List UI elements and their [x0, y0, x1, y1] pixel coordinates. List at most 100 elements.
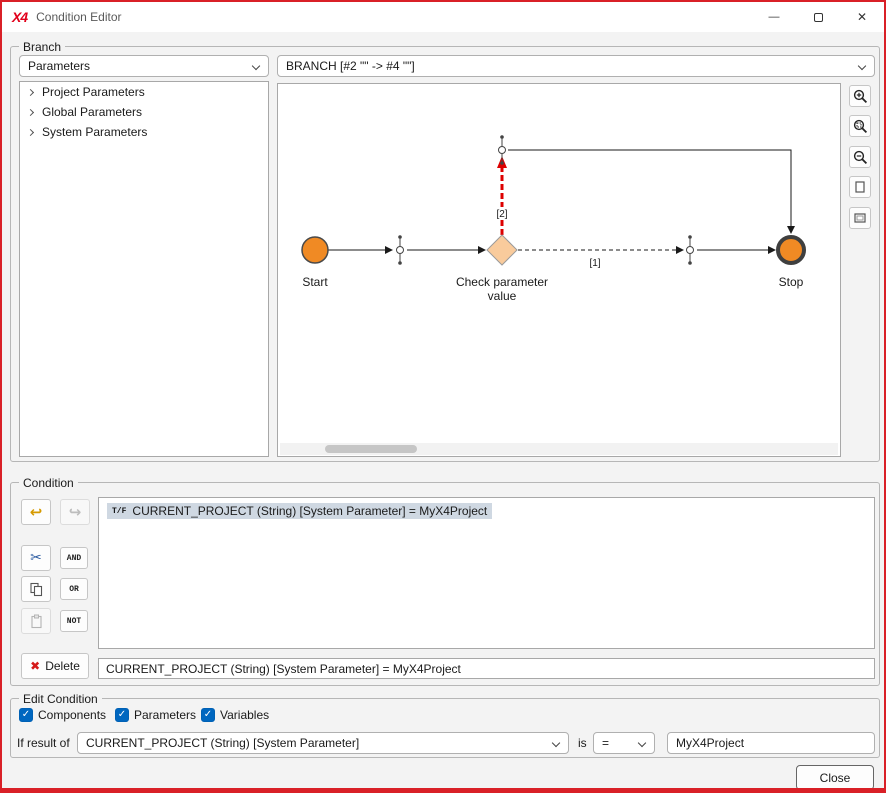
condition-expression-text: CURRENT_PROJECT (String) [System Paramet… — [106, 662, 461, 676]
zoom-in-button[interactable] — [849, 85, 871, 107]
window-titlebar[interactable]: X4 Condition Editor — ✕ — [2, 2, 884, 32]
or-button[interactable]: OR — [60, 578, 88, 600]
condition-editor-window: X4 Condition Editor — ✕ Branch Parameter… — [0, 0, 886, 793]
page-icon — [853, 180, 867, 194]
chevron-right-icon — [27, 128, 34, 135]
check-parameter-node[interactable] — [487, 235, 517, 265]
condition-group: Condition ↩ ↪ ✂ AND OR — [10, 482, 880, 686]
canvas-hscrollbar[interactable] — [280, 443, 838, 455]
condition-item-text: CURRENT_PROJECT (String) [System Paramet… — [132, 504, 487, 518]
comparison-value-input[interactable] — [667, 732, 875, 754]
variables-checkbox-label: Variables — [220, 708, 269, 722]
tree-item-label: Project Parameters — [42, 85, 145, 99]
magnifier-selection-icon — [853, 119, 868, 134]
minimize-button[interactable]: — — [752, 2, 796, 32]
connector-node[interactable] — [687, 235, 694, 265]
window-title: Condition Editor — [36, 10, 121, 24]
parameter-category-dropdown[interactable]: Parameters — [19, 55, 269, 77]
checkbox-checked-icon: ✓ — [19, 708, 33, 722]
branch-dropdown-value: BRANCH [#2 "" -> #4 ""] — [286, 59, 415, 73]
insert-arrow-icon: ↩ — [30, 503, 43, 521]
operator-dropdown[interactable]: = — [593, 732, 655, 754]
connector-node[interactable] — [397, 235, 404, 265]
stop-node[interactable] — [778, 237, 804, 263]
arrowhead-icon — [478, 246, 486, 254]
workflow-diagram: [1] [2] — [279, 85, 839, 437]
condition-list[interactable]: T/F CURRENT_PROJECT (String) [System Par… — [98, 497, 875, 649]
chevron-down-icon — [858, 62, 866, 70]
redo-condition-button[interactable]: ↪ — [60, 499, 90, 525]
redo-arrow-icon: ↪ — [69, 503, 82, 521]
chevron-down-icon — [252, 62, 260, 70]
arrowhead-icon — [676, 246, 684, 254]
check-node-label-line1: Check parameter — [456, 275, 548, 289]
chevron-down-icon — [638, 739, 646, 747]
scissors-icon: ✂ — [30, 550, 42, 566]
not-label: NOT — [67, 617, 81, 626]
chevron-right-icon — [27, 88, 34, 95]
and-label: AND — [67, 554, 81, 563]
chevron-down-icon — [552, 739, 560, 747]
zoom-out-button[interactable] — [849, 146, 871, 168]
or-label: OR — [69, 585, 79, 594]
copy-button[interactable] — [21, 576, 51, 602]
result-of-value: CURRENT_PROJECT (String) [System Paramet… — [86, 736, 359, 750]
branch-dropdown[interactable]: BRANCH [#2 "" -> #4 ""] — [277, 55, 875, 77]
condition-expression-field[interactable]: CURRENT_PROJECT (String) [System Paramet… — [98, 658, 875, 679]
parameter-tree: Project Parameters Global Parameters Sys… — [19, 81, 269, 457]
components-checkbox-label: Components — [38, 708, 106, 722]
if-result-of-label: If result of — [17, 736, 70, 750]
delete-button[interactable]: ✖ Delete — [21, 653, 89, 679]
branch-group-label: Branch — [19, 39, 65, 55]
tree-item-global-parameters[interactable]: Global Parameters — [20, 102, 268, 122]
magnifier-minus-icon — [853, 150, 868, 165]
fit-page-button[interactable] — [849, 176, 871, 198]
is-label: is — [578, 736, 587, 750]
checkbox-checked-icon: ✓ — [115, 708, 129, 722]
insert-condition-button[interactable]: ↩ — [21, 499, 51, 525]
start-node[interactable] — [302, 237, 328, 263]
x4-logo: X4 — [12, 9, 27, 25]
cut-button[interactable]: ✂ — [21, 545, 51, 571]
arrowhead-icon — [385, 246, 393, 254]
start-node-label: Start — [302, 275, 328, 289]
checkbox-checked-icon: ✓ — [201, 708, 215, 722]
tree-item-project-parameters[interactable]: Project Parameters — [20, 82, 268, 102]
condition-group-label: Condition — [19, 475, 78, 491]
parameters-checkbox-label: Parameters — [134, 708, 196, 722]
close-window-button[interactable]: ✕ — [840, 2, 884, 32]
boolean-type-badge: T/F — [112, 507, 126, 516]
edge-label-2: [2] — [496, 209, 507, 220]
edit-condition-group-label: Edit Condition — [19, 691, 102, 707]
canvas-hscrollbar-thumb[interactable] — [325, 445, 417, 453]
arrowhead-icon — [787, 226, 795, 234]
clipboard-icon — [29, 614, 44, 629]
close-button[interactable]: Close — [796, 765, 874, 790]
fit-width-button[interactable] — [849, 207, 871, 229]
variables-checkbox[interactable]: ✓ Variables — [201, 708, 269, 722]
edge-top-return — [508, 150, 791, 226]
and-button[interactable]: AND — [60, 547, 88, 569]
not-button[interactable]: NOT — [60, 610, 88, 632]
operator-value: = — [602, 736, 609, 750]
tree-item-label: Global Parameters — [42, 105, 142, 119]
parameter-category-value: Parameters — [28, 59, 90, 73]
delete-x-icon: ✖ — [30, 659, 40, 673]
edit-condition-group: Edit Condition ✓ Components ✓ Parameters… — [10, 698, 880, 758]
paste-button[interactable] — [21, 608, 51, 634]
chevron-right-icon — [27, 108, 34, 115]
result-of-dropdown[interactable]: CURRENT_PROJECT (String) [System Paramet… — [77, 732, 569, 754]
condition-list-item-selected[interactable]: T/F CURRENT_PROJECT (String) [System Par… — [107, 503, 492, 519]
maximize-button[interactable] — [796, 2, 840, 32]
edge-label-1: [1] — [589, 258, 600, 269]
tree-item-system-parameters[interactable]: System Parameters — [20, 122, 268, 142]
connector-node[interactable] — [499, 135, 506, 165]
copy-icon — [29, 582, 44, 597]
parameters-checkbox[interactable]: ✓ Parameters — [115, 708, 196, 722]
workflow-canvas[interactable]: [1] [2] — [277, 83, 841, 457]
close-button-label: Close — [820, 771, 851, 785]
branch-group: Branch Parameters Project Parameters Glo… — [10, 46, 880, 462]
tree-item-label: System Parameters — [42, 125, 147, 139]
components-checkbox[interactable]: ✓ Components — [19, 708, 106, 722]
zoom-selection-button[interactable] — [849, 115, 871, 137]
